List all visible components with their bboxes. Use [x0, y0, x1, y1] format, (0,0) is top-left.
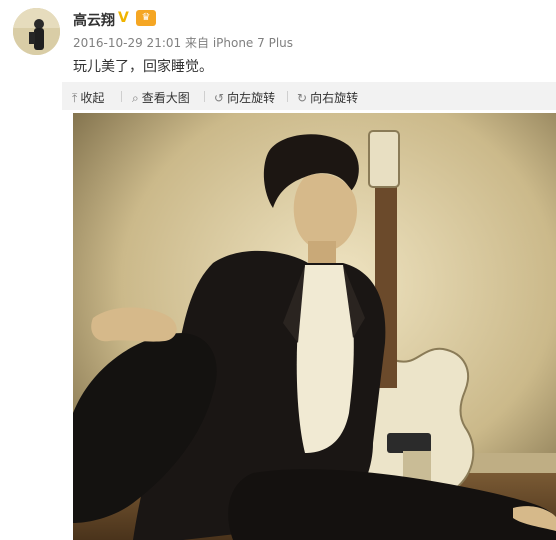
image-toolbar: ⤒ 收起 ⌕ 查看大图 ↺ 向左旋转 ↻ 向右旋转	[62, 82, 556, 110]
post-timestamp[interactable]: 2016-10-29 21:01	[73, 36, 181, 50]
view-large-label: 查看大图	[141, 91, 190, 105]
search-icon: ⌕	[132, 91, 139, 105]
toolbar-divider	[121, 91, 122, 102]
rotate-right-label: 向右旋转	[310, 91, 359, 105]
rotate-right-icon: ↻	[297, 91, 308, 105]
toolbar-divider	[204, 91, 205, 102]
collapse-label: 收起	[80, 91, 105, 105]
avatar[interactable]	[13, 8, 60, 55]
post-text: 玩儿美了，回家睡觉。	[73, 59, 213, 75]
crown-icon[interactable]: ♛	[136, 10, 156, 26]
collapse-button[interactable]: ⤒ 收起	[72, 89, 104, 106]
rotate-left-label: 向左旋转	[227, 91, 276, 105]
post-photo[interactable]	[73, 113, 556, 540]
post-source-device[interactable]: iPhone 7 Plus	[213, 36, 293, 50]
post-photo-image	[73, 113, 556, 540]
username[interactable]: 高云翔	[73, 10, 115, 30]
rotate-left-icon: ↺	[214, 91, 225, 105]
arrow-up-icon: ⤒	[72, 91, 78, 105]
post-meta: 2016-10-29 21:01 来自 iPhone 7 Plus	[73, 34, 293, 51]
post-source-prefix: 来自	[184, 36, 209, 50]
verified-badge-icon: V	[118, 10, 129, 26]
rotate-right-button[interactable]: ↻ 向右旋转	[297, 89, 358, 106]
rotate-left-button[interactable]: ↺ 向左旋转	[214, 89, 275, 106]
toolbar-divider	[287, 91, 288, 102]
avatar-image	[13, 8, 60, 55]
view-large-button[interactable]: ⌕ 查看大图	[132, 89, 190, 106]
